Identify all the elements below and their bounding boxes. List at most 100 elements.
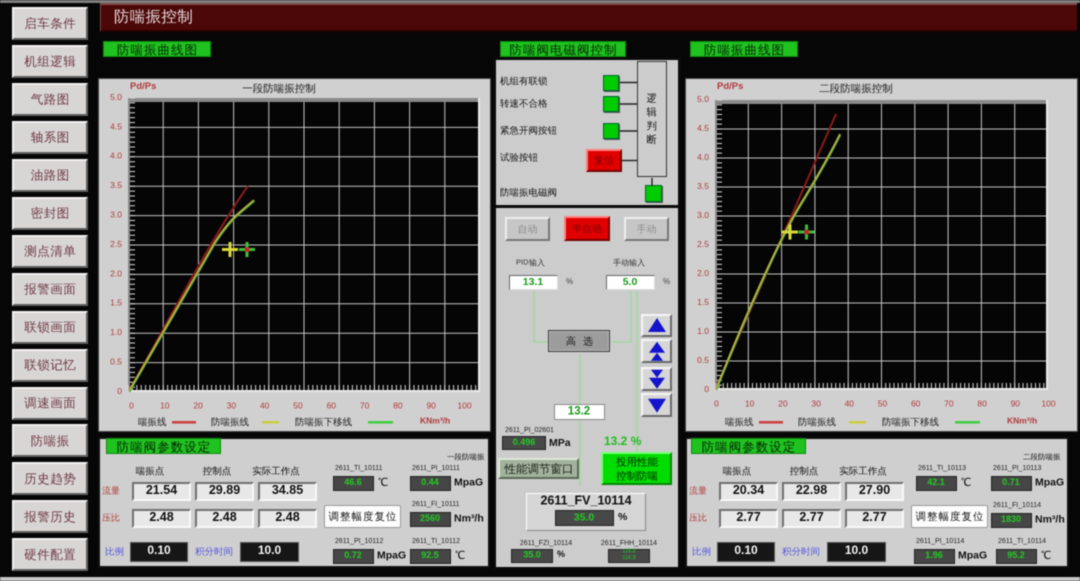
svg-text:2611_PI_10111: 2611_PI_10111 bbox=[412, 465, 460, 472]
svg-text:1830: 1830 bbox=[1001, 514, 1021, 524]
svg-text:50: 50 bbox=[293, 400, 303, 410]
svg-text:2.0: 2.0 bbox=[110, 268, 122, 278]
svg-text:KNm³/h: KNm³/h bbox=[420, 415, 450, 425]
svg-text:2611_FZI_10114: 2611_FZI_10114 bbox=[520, 540, 572, 547]
svg-text:%: % bbox=[663, 277, 670, 286]
svg-text:2.0: 2.0 bbox=[697, 268, 709, 278]
svg-text:2560: 2560 bbox=[420, 513, 440, 523]
svg-text:Pd/Ps: Pd/Ps bbox=[130, 81, 156, 92]
svg-text:Nm³/h: Nm³/h bbox=[454, 512, 484, 524]
svg-text:4.0: 4.0 bbox=[697, 152, 709, 162]
svg-text:MpaG: MpaG bbox=[377, 549, 406, 561]
svg-text:2611_PI_10112: 2611_PI_10112 bbox=[335, 538, 384, 545]
svg-text:1.0: 1.0 bbox=[110, 327, 122, 337]
svg-text:2.5: 2.5 bbox=[110, 239, 122, 249]
svg-text:%: % bbox=[566, 277, 573, 286]
svg-text:30: 30 bbox=[811, 398, 821, 408]
svg-text:1.96: 1.96 bbox=[925, 550, 943, 560]
svg-text:35.0: 35.0 bbox=[523, 549, 541, 559]
svg-text:2.48: 2.48 bbox=[275, 510, 299, 524]
svg-text:20: 20 bbox=[778, 398, 788, 408]
svg-text:60: 60 bbox=[911, 398, 921, 408]
svg-text:1.5: 1.5 bbox=[697, 297, 709, 307]
svg-text:5.0: 5.0 bbox=[110, 92, 122, 102]
svg-text:2.77: 2.77 bbox=[862, 510, 886, 524]
svg-text:2611_FI_10114: 2611_FI_10114 bbox=[993, 502, 1041, 509]
svg-text:13.2 %: 13.2 % bbox=[604, 434, 642, 448]
svg-text:0: 0 bbox=[129, 400, 134, 410]
svg-text:MpaG: MpaG bbox=[958, 549, 987, 561]
svg-text:4.5: 4.5 bbox=[697, 123, 709, 133]
svg-text:10.0: 10.0 bbox=[258, 543, 282, 557]
svg-text:Nm³/h: Nm³/h bbox=[1035, 513, 1065, 525]
svg-text:0.44: 0.44 bbox=[421, 477, 439, 487]
svg-text:42.1: 42.1 bbox=[927, 477, 945, 487]
svg-text:10: 10 bbox=[160, 400, 170, 410]
svg-text:4.0: 4.0 bbox=[110, 151, 122, 161]
svg-text:35.0: 35.0 bbox=[574, 511, 595, 523]
svg-text:118.8: 118.8 bbox=[622, 555, 635, 561]
svg-text:1.0: 1.0 bbox=[697, 326, 709, 336]
svg-text:118.8: 118.8 bbox=[622, 549, 635, 555]
svg-text:34.85: 34.85 bbox=[272, 483, 303, 497]
svg-text:0.10: 0.10 bbox=[734, 543, 758, 557]
svg-text:70: 70 bbox=[944, 398, 954, 408]
svg-text:2611_FI_10111: 2611_FI_10111 bbox=[412, 501, 460, 508]
svg-text:13.2: 13.2 bbox=[568, 406, 590, 418]
svg-text:22.98: 22.98 bbox=[796, 483, 827, 497]
svg-text:2611_PI_02601: 2611_PI_02601 bbox=[505, 427, 554, 434]
svg-text:2611_FHH_10114: 2611_FHH_10114 bbox=[601, 540, 657, 547]
svg-text:2611_FV_10114: 2611_FV_10114 bbox=[540, 493, 631, 507]
svg-text:0.5: 0.5 bbox=[697, 355, 709, 365]
svg-text:20: 20 bbox=[193, 400, 203, 410]
svg-text:21.54: 21.54 bbox=[146, 483, 177, 497]
svg-text:2.77: 2.77 bbox=[799, 510, 823, 524]
svg-text:2.77: 2.77 bbox=[736, 510, 760, 524]
svg-text:2.5: 2.5 bbox=[697, 239, 709, 249]
svg-text:13.1: 13.1 bbox=[523, 276, 544, 288]
svg-text:40: 40 bbox=[845, 398, 855, 408]
svg-text:2.48: 2.48 bbox=[149, 510, 173, 524]
svg-text:Pd/Ps: Pd/Ps bbox=[717, 81, 743, 92]
svg-text:27.90: 27.90 bbox=[859, 483, 890, 497]
svg-text:95.2: 95.2 bbox=[1007, 550, 1025, 560]
svg-text:1.5: 1.5 bbox=[110, 298, 122, 308]
svg-text:100: 100 bbox=[457, 400, 471, 410]
svg-text:4.5: 4.5 bbox=[110, 121, 122, 131]
svg-text:%: % bbox=[557, 549, 565, 559]
svg-text:MpaG: MpaG bbox=[1035, 476, 1064, 488]
svg-text:29.89: 29.89 bbox=[209, 483, 240, 497]
svg-text:2.48: 2.48 bbox=[212, 510, 236, 524]
svg-text:90: 90 bbox=[426, 400, 436, 410]
svg-text:3.5: 3.5 bbox=[110, 180, 122, 190]
svg-text:0: 0 bbox=[714, 398, 719, 408]
svg-text:80: 80 bbox=[977, 398, 987, 408]
svg-text:2611_TI_10111: 2611_TI_10111 bbox=[335, 465, 383, 472]
svg-text:PID: PID bbox=[516, 258, 529, 267]
svg-text:2611_TI_10114: 2611_TI_10114 bbox=[998, 538, 1046, 545]
svg-text:70: 70 bbox=[360, 400, 370, 410]
svg-text:80: 80 bbox=[393, 400, 403, 410]
svg-text:10.0: 10.0 bbox=[845, 543, 869, 557]
svg-text:3.0: 3.0 bbox=[697, 210, 709, 220]
svg-text:3.5: 3.5 bbox=[697, 181, 709, 191]
svg-text:KNm³/h: KNm³/h bbox=[1007, 415, 1037, 425]
svg-text:10: 10 bbox=[745, 398, 755, 408]
svg-text:0: 0 bbox=[117, 386, 122, 396]
svg-text:0: 0 bbox=[704, 384, 709, 394]
svg-text:0.10: 0.10 bbox=[147, 543, 171, 557]
svg-text:0.72: 0.72 bbox=[344, 550, 362, 560]
svg-text:20.34: 20.34 bbox=[733, 483, 764, 497]
svg-text:60: 60 bbox=[327, 400, 337, 410]
svg-text:%: % bbox=[618, 511, 628, 523]
svg-text:46.6: 46.6 bbox=[344, 477, 362, 487]
svg-text:40: 40 bbox=[260, 400, 270, 410]
svg-text:2611_TI_10112: 2611_TI_10112 bbox=[412, 538, 460, 545]
svg-text:100: 100 bbox=[1041, 398, 1055, 408]
svg-text:MPa: MPa bbox=[549, 437, 571, 449]
svg-text:2611_TI_10113: 2611_TI_10113 bbox=[918, 465, 966, 472]
svg-text:30: 30 bbox=[227, 400, 237, 410]
svg-text:MpaG: MpaG bbox=[454, 476, 483, 488]
svg-text:90: 90 bbox=[1011, 398, 1021, 408]
svg-text:0.496: 0.496 bbox=[513, 437, 536, 447]
